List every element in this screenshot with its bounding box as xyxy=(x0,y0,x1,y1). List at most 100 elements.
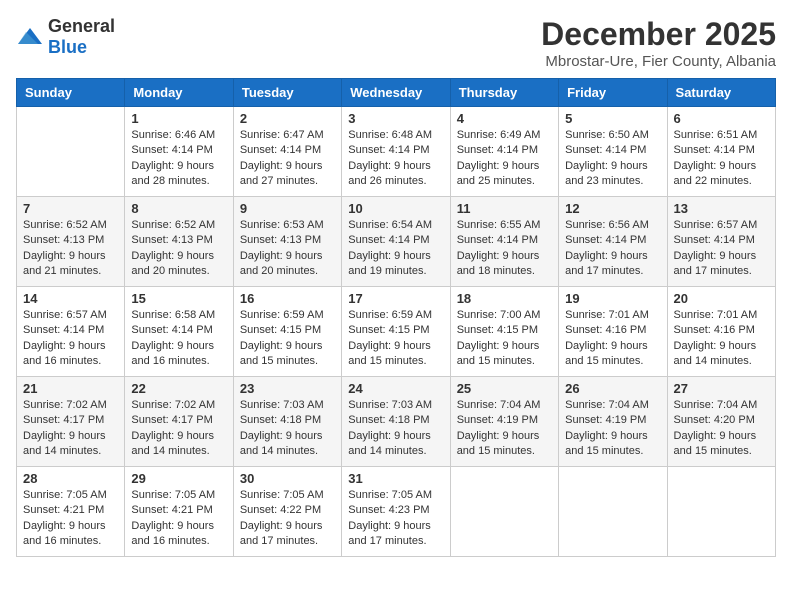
cell-info-line: Sunset: 4:16 PM xyxy=(674,323,769,338)
cell-info-line: and 15 minutes. xyxy=(457,354,552,369)
cell-info-line: Daylight: 9 hours xyxy=(240,519,335,534)
day-of-week-header: Wednesday xyxy=(342,79,450,107)
cell-info-line: and 18 minutes. xyxy=(457,264,552,279)
day-of-week-header: Monday xyxy=(125,79,233,107)
cell-info-line: Sunrise: 6:48 AM xyxy=(348,128,443,143)
cell-info-line: Sunset: 4:14 PM xyxy=(348,143,443,158)
cell-info-line: Daylight: 9 hours xyxy=(674,159,769,174)
cell-info-line: Sunset: 4:15 PM xyxy=(348,323,443,338)
cell-info-line: Sunrise: 6:55 AM xyxy=(457,218,552,233)
calendar-cell: 29Sunrise: 7:05 AMSunset: 4:21 PMDayligh… xyxy=(125,467,233,557)
cell-info-line: Daylight: 9 hours xyxy=(674,249,769,264)
day-number: 4 xyxy=(457,111,552,126)
cell-info-line: Daylight: 9 hours xyxy=(565,249,660,264)
day-number: 19 xyxy=(565,291,660,306)
day-of-week-header: Friday xyxy=(559,79,667,107)
cell-info-line: Daylight: 9 hours xyxy=(348,429,443,444)
cell-info-line: Daylight: 9 hours xyxy=(23,249,118,264)
day-number: 3 xyxy=(348,111,443,126)
calendar-cell: 4Sunrise: 6:49 AMSunset: 4:14 PMDaylight… xyxy=(450,107,558,197)
day-number: 15 xyxy=(131,291,226,306)
calendar-cell xyxy=(17,107,125,197)
logo-text: General Blue xyxy=(48,16,115,58)
cell-info-line: Daylight: 9 hours xyxy=(240,159,335,174)
cell-info-line: and 17 minutes. xyxy=(674,264,769,279)
day-number: 17 xyxy=(348,291,443,306)
location: Mbrostar-Ure, Fier County, Albania xyxy=(541,53,776,70)
calendar-cell: 12Sunrise: 6:56 AMSunset: 4:14 PMDayligh… xyxy=(559,197,667,287)
cell-info-line: Daylight: 9 hours xyxy=(457,159,552,174)
day-number: 26 xyxy=(565,381,660,396)
calendar-cell: 27Sunrise: 7:04 AMSunset: 4:20 PMDayligh… xyxy=(667,377,775,467)
day-of-week-header: Thursday xyxy=(450,79,558,107)
cell-info-line: and 14 minutes. xyxy=(240,444,335,459)
cell-info-line: Sunrise: 7:02 AM xyxy=(23,398,118,413)
calendar-cell: 8Sunrise: 6:52 AMSunset: 4:13 PMDaylight… xyxy=(125,197,233,287)
cell-info-line: Sunset: 4:14 PM xyxy=(457,233,552,248)
cell-info-line: Sunset: 4:21 PM xyxy=(131,503,226,518)
cell-info-line: Sunrise: 7:03 AM xyxy=(348,398,443,413)
calendar-week-row: 7Sunrise: 6:52 AMSunset: 4:13 PMDaylight… xyxy=(17,197,776,287)
day-number: 13 xyxy=(674,201,769,216)
cell-info-line: Sunrise: 6:52 AM xyxy=(23,218,118,233)
day-number: 25 xyxy=(457,381,552,396)
cell-info-line: Daylight: 9 hours xyxy=(565,159,660,174)
cell-info-line: Sunrise: 6:54 AM xyxy=(348,218,443,233)
cell-info-line: Sunrise: 7:02 AM xyxy=(131,398,226,413)
calendar-week-row: 21Sunrise: 7:02 AMSunset: 4:17 PMDayligh… xyxy=(17,377,776,467)
cell-info-line: Sunrise: 6:52 AM xyxy=(131,218,226,233)
day-number: 30 xyxy=(240,471,335,486)
cell-info-line: Sunrise: 6:59 AM xyxy=(240,308,335,323)
day-number: 2 xyxy=(240,111,335,126)
cell-info-line: Daylight: 9 hours xyxy=(131,249,226,264)
day-number: 29 xyxy=(131,471,226,486)
cell-info-line: Sunrise: 7:00 AM xyxy=(457,308,552,323)
cell-info-line: Sunset: 4:18 PM xyxy=(348,413,443,428)
cell-info-line: Daylight: 9 hours xyxy=(348,519,443,534)
cell-info-line: Sunrise: 7:05 AM xyxy=(348,488,443,503)
cell-info-line: Sunrise: 6:47 AM xyxy=(240,128,335,143)
logo-icon xyxy=(16,26,44,48)
cell-info-line: and 20 minutes. xyxy=(131,264,226,279)
calendar-cell: 11Sunrise: 6:55 AMSunset: 4:14 PMDayligh… xyxy=(450,197,558,287)
cell-info-line: and 14 minutes. xyxy=(348,444,443,459)
day-of-week-header: Sunday xyxy=(17,79,125,107)
cell-info-line: Sunset: 4:13 PM xyxy=(131,233,226,248)
cell-info-line: Sunset: 4:19 PM xyxy=(457,413,552,428)
cell-info-line: Sunrise: 7:03 AM xyxy=(240,398,335,413)
cell-info-line: Sunset: 4:15 PM xyxy=(240,323,335,338)
day-number: 6 xyxy=(674,111,769,126)
page-header: General Blue December 2025 Mbrostar-Ure,… xyxy=(16,16,776,70)
calendar-cell: 25Sunrise: 7:04 AMSunset: 4:19 PMDayligh… xyxy=(450,377,558,467)
cell-info-line: and 22 minutes. xyxy=(674,174,769,189)
cell-info-line: and 26 minutes. xyxy=(348,174,443,189)
calendar-cell xyxy=(667,467,775,557)
cell-info-line: Sunrise: 7:05 AM xyxy=(131,488,226,503)
cell-info-line: Sunrise: 7:05 AM xyxy=(23,488,118,503)
cell-info-line: Sunset: 4:19 PM xyxy=(565,413,660,428)
calendar-cell: 3Sunrise: 6:48 AMSunset: 4:14 PMDaylight… xyxy=(342,107,450,197)
cell-info-line: and 21 minutes. xyxy=(23,264,118,279)
cell-info-line: Sunset: 4:14 PM xyxy=(674,143,769,158)
day-number: 31 xyxy=(348,471,443,486)
cell-info-line: Daylight: 9 hours xyxy=(23,519,118,534)
calendar-cell: 23Sunrise: 7:03 AMSunset: 4:18 PMDayligh… xyxy=(233,377,341,467)
cell-info-line: and 17 minutes. xyxy=(240,534,335,549)
calendar-week-row: 28Sunrise: 7:05 AMSunset: 4:21 PMDayligh… xyxy=(17,467,776,557)
cell-info-line: and 28 minutes. xyxy=(131,174,226,189)
cell-info-line: Sunrise: 6:56 AM xyxy=(565,218,660,233)
cell-info-line: Sunset: 4:14 PM xyxy=(131,323,226,338)
day-number: 5 xyxy=(565,111,660,126)
day-number: 1 xyxy=(131,111,226,126)
day-number: 10 xyxy=(348,201,443,216)
cell-info-line: Sunrise: 7:04 AM xyxy=(565,398,660,413)
cell-info-line: Sunset: 4:18 PM xyxy=(240,413,335,428)
day-number: 23 xyxy=(240,381,335,396)
cell-info-line: Sunset: 4:15 PM xyxy=(457,323,552,338)
day-number: 12 xyxy=(565,201,660,216)
calendar-cell: 26Sunrise: 7:04 AMSunset: 4:19 PMDayligh… xyxy=(559,377,667,467)
cell-info-line: Daylight: 9 hours xyxy=(240,339,335,354)
cell-info-line: and 15 minutes. xyxy=(457,444,552,459)
calendar-cell: 14Sunrise: 6:57 AMSunset: 4:14 PMDayligh… xyxy=(17,287,125,377)
calendar-cell: 1Sunrise: 6:46 AMSunset: 4:14 PMDaylight… xyxy=(125,107,233,197)
